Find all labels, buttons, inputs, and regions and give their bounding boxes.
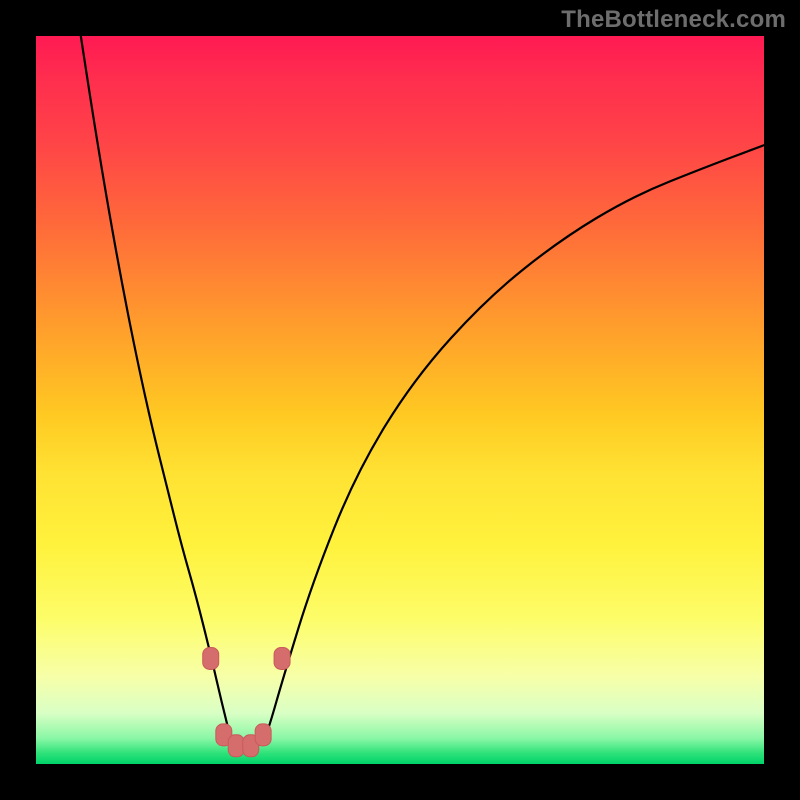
plot-area	[36, 36, 764, 764]
chart-frame: TheBottleneck.com	[0, 0, 800, 800]
curve-marker	[274, 647, 290, 669]
chart-svg	[36, 36, 764, 764]
curve-marker	[228, 735, 244, 757]
curve-marker	[203, 647, 219, 669]
curve-marker	[255, 724, 271, 746]
bottleneck-curve	[80, 36, 764, 746]
watermark-text: TheBottleneck.com	[561, 6, 786, 34]
